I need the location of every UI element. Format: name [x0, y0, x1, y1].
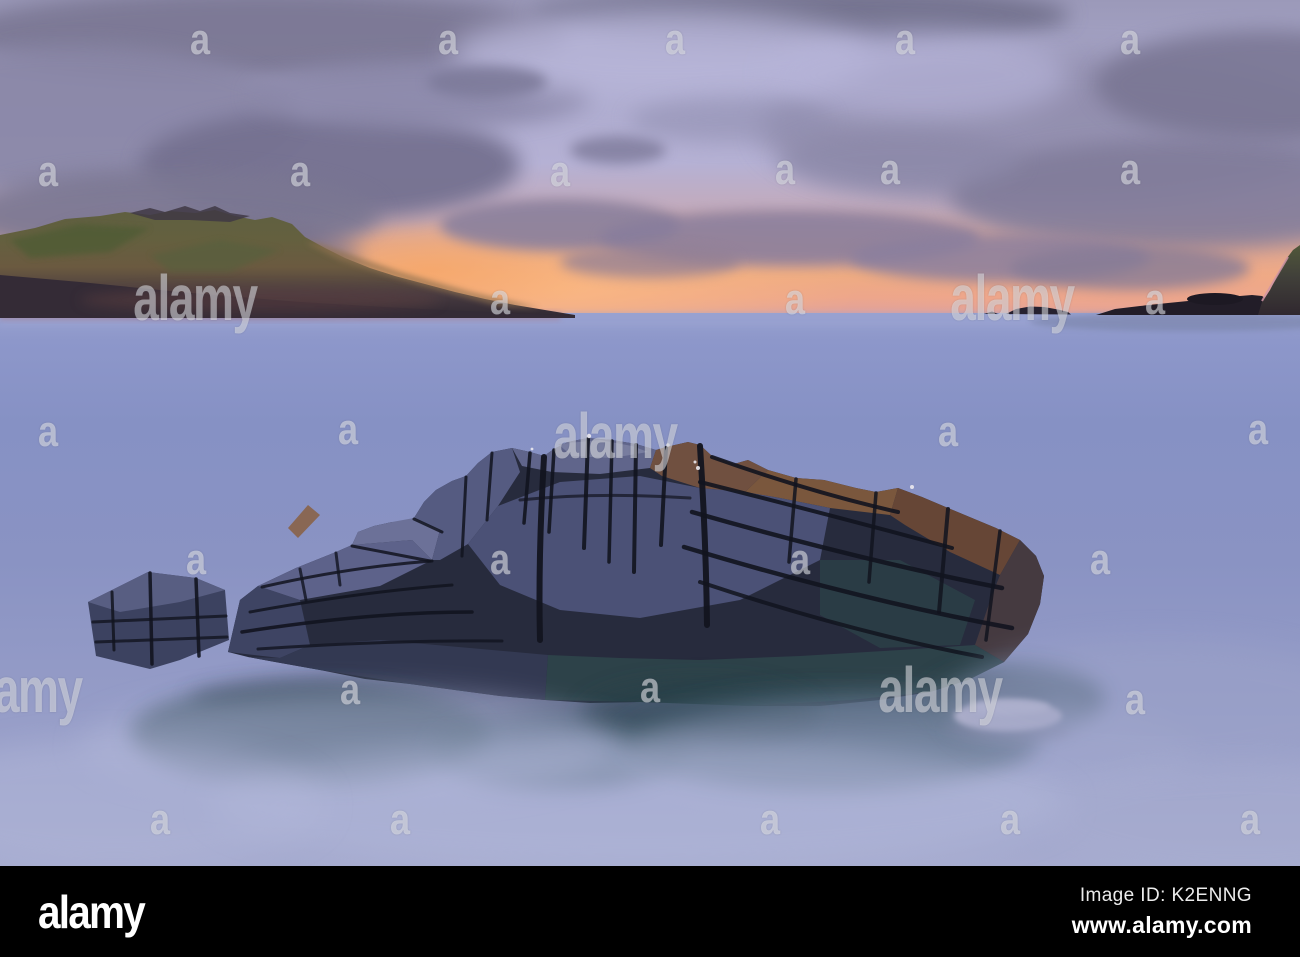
- cloud: [570, 136, 666, 164]
- mist-patch: [210, 740, 1070, 866]
- photo-area: aaaaaaaaaaaalamyaaalamyaaaalamyaaaaaaala…: [0, 0, 1300, 866]
- cloud: [427, 66, 547, 98]
- footer-info: Image ID: K2ENNG www.alamy.com: [1072, 885, 1252, 939]
- footer-bar: alamy Image ID: K2ENNG www.alamy.com: [0, 866, 1300, 957]
- cloud: [630, 98, 830, 142]
- stock-photo-page: aaaaaaaaaaaalamyaaalamyaaaalamyaaaaaaala…: [0, 0, 1300, 957]
- seascape-scene: [0, 0, 1300, 866]
- sky-light-gap: [770, 30, 1070, 120]
- image-id-text: Image ID: K2ENNG: [1079, 884, 1252, 906]
- alamy-logo: alamy: [38, 885, 146, 938]
- cloud: [1010, 246, 1250, 290]
- spit-bump: [1187, 293, 1243, 305]
- cliff-red-tint: [80, 288, 440, 312]
- cloud: [560, 246, 740, 278]
- website-text: www.alamy.com: [1071, 911, 1252, 938]
- cloud: [780, 130, 1020, 190]
